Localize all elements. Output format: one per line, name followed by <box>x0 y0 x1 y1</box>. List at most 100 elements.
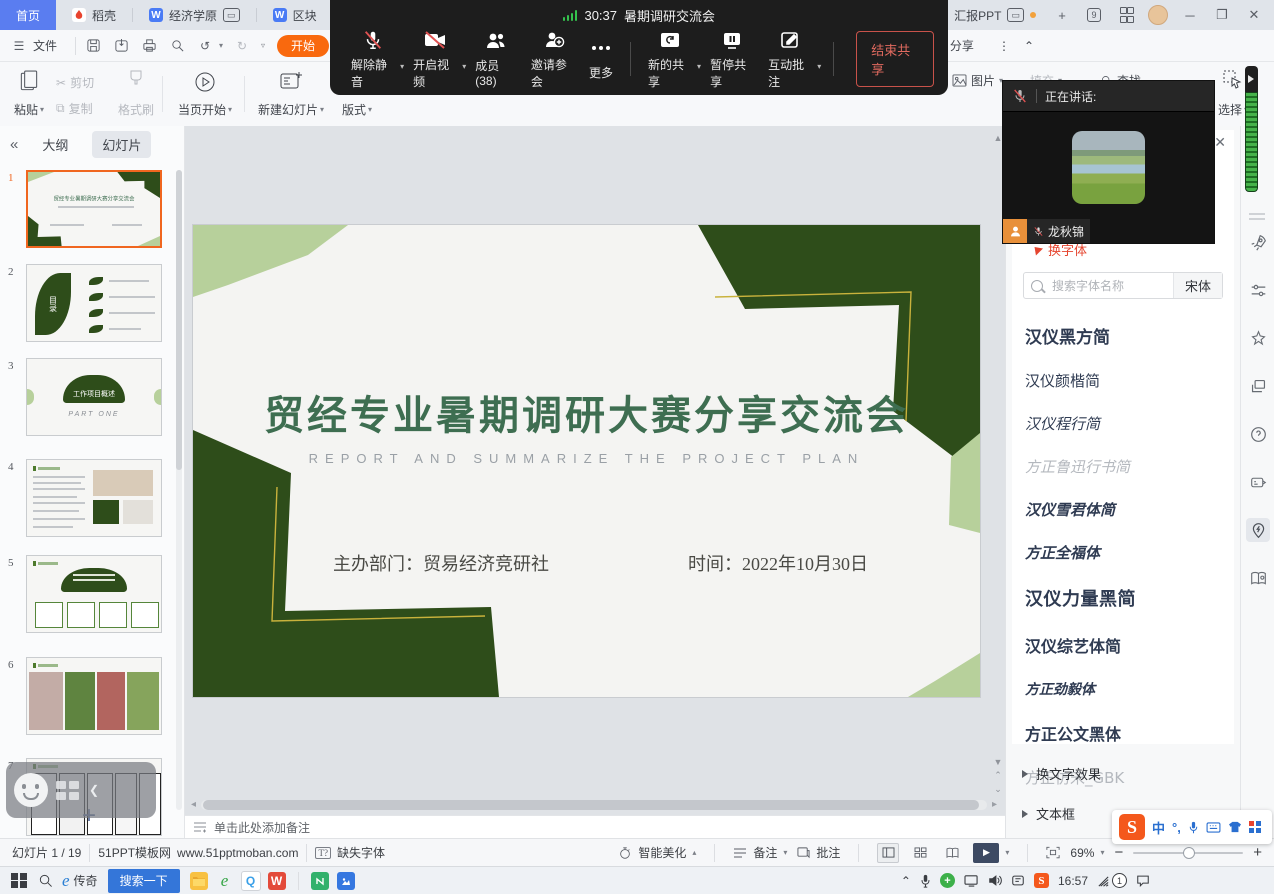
workspace-grid-button[interactable] <box>1112 0 1140 30</box>
font-list-item[interactable]: 汉仪力量黑简 <box>1023 574 1223 622</box>
play-from-current-button[interactable]: 当页开始▾ <box>172 66 238 122</box>
smart-beautify-button[interactable]: 智能美化 ▴ <box>618 844 696 861</box>
ime-mic-icon[interactable] <box>1188 821 1199 834</box>
editing-canvas[interactable]: 贸经专业暑期调研大赛分享交流会 REPORT AND SUMMARIZE THE… <box>185 126 1005 838</box>
reading-view-button[interactable] <box>941 843 963 863</box>
annotate-options-caret[interactable]: ▾ <box>817 62 821 71</box>
ime-mode-chinese[interactable]: 中 <box>1152 818 1165 837</box>
font-search-input[interactable] <box>1050 278 1173 294</box>
redo-button[interactable]: ↻ <box>233 37 251 55</box>
tray-microphone-icon[interactable] <box>920 874 931 888</box>
meter-collapse-arrow[interactable] <box>1245 66 1258 92</box>
more-button[interactable]: 更多 <box>582 37 620 81</box>
clock[interactable]: 16:57 <box>1058 874 1088 888</box>
slide-sorter-view-button[interactable] <box>909 843 931 863</box>
slide-1[interactable]: 贸经专业暑期调研大赛分享交流会 REPORT AND SUMMARIZE THE… <box>193 225 980 697</box>
zoom-level[interactable]: 69%▾ <box>1070 846 1104 860</box>
zoom-slider[interactable] <box>1133 852 1243 854</box>
slide-thumbnail-3[interactable]: 工作项目概述 PART ONE <box>26 358 162 436</box>
new-tab-button[interactable]: + <box>1048 0 1076 30</box>
font-search-box[interactable]: 宋体 <box>1023 272 1223 299</box>
end-share-button[interactable]: 结束共享 <box>856 31 934 87</box>
sogou-logo-icon[interactable]: S <box>1119 814 1145 840</box>
print-preview-button[interactable] <box>168 37 186 55</box>
print-button[interactable] <box>140 37 158 55</box>
scroll-right-arrow[interactable]: ▸ <box>992 799 997 810</box>
youdao-dict-icon[interactable] <box>307 868 333 894</box>
font-list-item[interactable]: 汉仪综艺体简 <box>1023 622 1223 668</box>
hidden-icons-chevron[interactable]: ⌃ <box>901 874 911 888</box>
undo-caret[interactable]: ▾ <box>219 41 223 50</box>
window-switch-icon[interactable] <box>1246 374 1270 398</box>
ime-punctuation-icon[interactable]: °, <box>1172 820 1181 835</box>
tray-meeting-icon[interactable] <box>1011 874 1025 887</box>
zoom-in-button[interactable]: + <box>1253 844 1262 861</box>
tab-home[interactable]: 首页 <box>0 0 56 30</box>
notes-bar[interactable]: 单击此处添加备注 <box>185 815 1005 838</box>
collapse-ribbon-button[interactable]: ⌃ <box>1024 39 1034 53</box>
scroll-down-arrow[interactable]: ▼ <box>993 757 1003 767</box>
unmute-button[interactable]: 解除静音 <box>344 29 402 90</box>
account-avatar[interactable] <box>1144 0 1172 30</box>
image-viewer-icon[interactable] <box>333 868 359 894</box>
font-list-item[interactable]: 汉仪雪君体简 <box>1023 488 1223 531</box>
slide-thumbnail-4[interactable] <box>26 459 162 537</box>
quick-tools-icon[interactable] <box>1246 518 1270 542</box>
file-explorer-icon[interactable] <box>186 868 212 894</box>
invite-button[interactable]: 邀请参会 <box>524 29 582 90</box>
slide-thumbnail-2[interactable]: 目录 <box>26 264 162 342</box>
ribbon-tab-start[interactable]: 开始 <box>277 35 329 57</box>
tray-sogou-icon[interactable]: S <box>1034 873 1049 888</box>
export-button[interactable] <box>112 37 130 55</box>
fit-to-window-icon[interactable] <box>1046 846 1060 859</box>
slide-title[interactable]: 贸经专业暑期调研大赛分享交流会 <box>193 383 980 441</box>
slide-thumbnail-6[interactable] <box>26 657 162 735</box>
font-list-item[interactable]: 汉仪颜楷简 <box>1023 359 1223 402</box>
object-properties-icon[interactable] <box>1246 278 1270 302</box>
slide-organizer[interactable]: 主办部门：贸易经济竞研社 <box>333 550 549 576</box>
font-list-item[interactable]: 方正全福体 <box>1023 531 1223 574</box>
format-painter-button[interactable]: 格式刷 <box>112 66 160 122</box>
font-list-item[interactable]: 汉仪黑方简 <box>1023 312 1223 359</box>
annotate-button[interactable]: 互动批注 <box>761 29 819 90</box>
speaker-widget[interactable]: 正在讲话: 龙秋锦 <box>1002 80 1215 244</box>
effects-star-icon[interactable] <box>1246 326 1270 350</box>
rail-handle[interactable] <box>1249 210 1265 223</box>
collapse-panel-button[interactable]: « <box>10 136 18 153</box>
next-slide-button[interactable]: ⌄ <box>993 784 1003 795</box>
more-menu-button[interactable]: ⋮ <box>998 39 1010 53</box>
tray-display-icon[interactable] <box>964 874 979 887</box>
pause-share-button[interactable]: 暂停共享 <box>703 29 761 90</box>
handbook-icon[interactable] <box>1246 566 1270 590</box>
ie-browser-icon[interactable]: e <box>212 868 238 894</box>
mobile-device-button[interactable]: 9 <box>1080 0 1108 30</box>
network-pen-icon[interactable]: 1 <box>1097 873 1127 888</box>
slide-thumbnail-5[interactable] <box>26 555 162 633</box>
new-slide-button[interactable]: 新建幻灯片▾ <box>252 66 330 122</box>
zoom-out-button[interactable]: − <box>1114 844 1123 861</box>
save-button[interactable] <box>84 37 102 55</box>
file-menu[interactable]: ☰ 文件 <box>10 37 57 55</box>
tab-slides[interactable]: 幻灯片 <box>92 131 151 158</box>
new-share-button[interactable]: 新的共享 <box>641 29 699 90</box>
taskbar-search-icon[interactable] <box>32 868 58 894</box>
tab-doc-blockchain[interactable]: W 区块 <box>257 0 333 30</box>
slide-date[interactable]: 时间：2022年10月30日 <box>688 550 868 576</box>
normal-view-button[interactable] <box>877 843 899 863</box>
horizontal-scrollbar[interactable]: ◂ ▸ <box>191 799 997 811</box>
rocket-icon[interactable] <box>1246 230 1270 254</box>
paste-button[interactable]: 粘贴▾ <box>8 66 50 122</box>
share-options-caret[interactable]: ▾ <box>697 62 701 71</box>
current-font-button[interactable]: 宋体 <box>1173 273 1222 298</box>
help-icon[interactable] <box>1246 422 1270 446</box>
ie-shortcut[interactable]: e 传奇 <box>58 868 102 894</box>
tab-outline[interactable]: 大纲 <box>32 131 78 158</box>
action-center-icon[interactable] <box>1136 874 1150 887</box>
zoom-slider-thumb[interactable] <box>1183 847 1195 859</box>
restore-button[interactable]: ❐ <box>1208 0 1236 30</box>
floating-assistant-widget[interactable]: ❮ <box>6 762 156 818</box>
qq-browser-icon[interactable]: Q <box>238 868 264 894</box>
mic-options-caret[interactable]: ▾ <box>400 62 404 71</box>
sogou-ime-bar[interactable]: S 中 °, <box>1112 810 1272 844</box>
cut-button[interactable]: ✂剪切 <box>56 74 94 91</box>
